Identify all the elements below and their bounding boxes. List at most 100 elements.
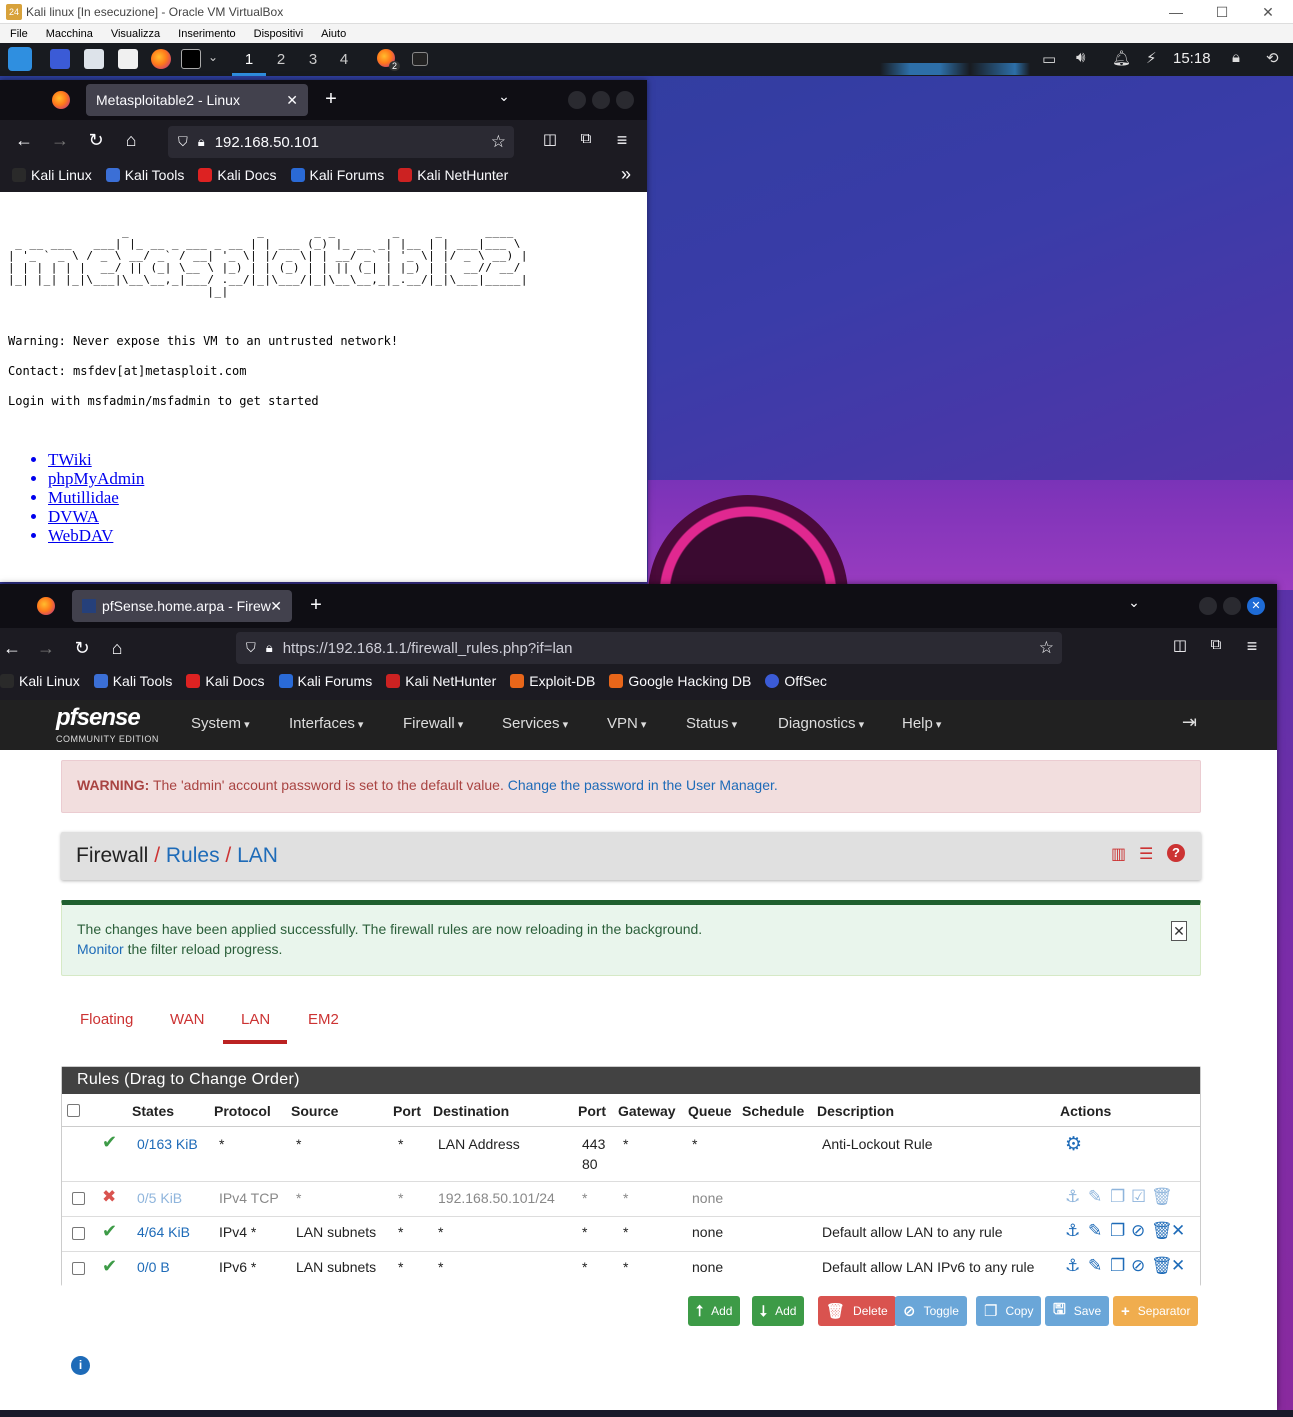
select-all-checkbox[interactable] bbox=[67, 1104, 80, 1117]
row-checkbox[interactable] bbox=[72, 1227, 85, 1240]
reload-icon[interactable]: ↻ bbox=[84, 130, 108, 151]
desktop-icon[interactable] bbox=[50, 49, 70, 69]
url-text[interactable]: 192.168.50.101 bbox=[215, 134, 319, 151]
hamburger-menu-icon[interactable]: ≡ bbox=[1240, 636, 1264, 657]
shield-icon[interactable]: ⛉ bbox=[246, 640, 256, 656]
clock[interactable]: 15:18 bbox=[1173, 50, 1211, 67]
close-button[interactable]: ✕ bbox=[1245, 0, 1291, 24]
firefox-view-icon[interactable] bbox=[52, 91, 70, 109]
terminal-icon[interactable] bbox=[181, 49, 201, 69]
copy-button[interactable]: ❐ Copy bbox=[976, 1296, 1042, 1326]
notification-bell-icon[interactable]: 🔔︎ bbox=[1112, 49, 1131, 67]
more-bookmarks-icon[interactable]: » bbox=[614, 164, 638, 185]
copy-icon[interactable]: ❐ bbox=[1110, 1256, 1125, 1276]
forward-icon[interactable]: → bbox=[48, 130, 72, 151]
tab-close-icon[interactable]: ✕ bbox=[286, 92, 298, 109]
tab-metasploitable[interactable]: Metasploitable2 - Linux ✕ bbox=[86, 84, 308, 116]
hamburger-menu-icon[interactable]: ≡ bbox=[610, 130, 634, 151]
log-list-icon[interactable]: ☰ bbox=[1139, 844, 1153, 864]
add-bottom-button[interactable]: ⭣ Add bbox=[752, 1296, 805, 1326]
bookmark-kali-docs[interactable]: Kali Docs bbox=[186, 673, 265, 689]
tab-wan[interactable]: WAN bbox=[170, 1011, 204, 1028]
enable-check-icon[interactable]: ☑ bbox=[1131, 1187, 1146, 1207]
nav-interfaces[interactable]: Interfaces bbox=[289, 715, 363, 732]
home-icon[interactable]: ⌂ bbox=[119, 130, 143, 151]
disable-ban-icon[interactable]: ⊘ bbox=[1131, 1221, 1145, 1241]
link-mutillidae[interactable]: Mutillidae bbox=[48, 488, 639, 507]
copy-icon[interactable]: ❐ bbox=[1110, 1221, 1125, 1241]
menu-file[interactable]: File bbox=[0, 28, 36, 40]
settings-gear-icon[interactable]: ⚙ bbox=[1065, 1133, 1082, 1156]
bookmark-star-icon[interactable]: ☆ bbox=[1039, 638, 1054, 658]
pocket-icon[interactable]: ◫ bbox=[538, 130, 562, 148]
row-checkbox[interactable] bbox=[72, 1192, 85, 1205]
row-states-link[interactable]: 4/64 KiB bbox=[137, 1224, 190, 1240]
reload-icon[interactable]: ↻ bbox=[70, 638, 94, 659]
link-twiki[interactable]: TWiki bbox=[48, 450, 639, 469]
tab-floating[interactable]: Floating bbox=[80, 1011, 133, 1028]
nav-help[interactable]: Help bbox=[902, 715, 941, 732]
text-editor-icon[interactable] bbox=[118, 49, 138, 69]
url-text[interactable]: https://192.168.1.1/firewall_rules.php?i… bbox=[283, 640, 573, 657]
bookmark-kali-linux[interactable]: Kali Linux bbox=[0, 673, 80, 689]
breadcrumb-firewall[interactable]: Firewall bbox=[76, 844, 148, 867]
minimize-button[interactable]: — bbox=[1153, 0, 1199, 24]
edit-pencil-icon[interactable]: ✎ bbox=[1088, 1221, 1102, 1241]
delete-x-icon[interactable]: ✕ bbox=[1171, 1256, 1185, 1276]
bookmark-kali-docs[interactable]: Kali Docs bbox=[198, 167, 277, 183]
delete-x-icon[interactable]: ✕ bbox=[1171, 1221, 1185, 1241]
link-webdav[interactable]: WebDAV bbox=[48, 526, 639, 545]
tab-list-chevron-icon[interactable]: ⌄ bbox=[492, 88, 516, 105]
menu-dispositivi[interactable]: Dispositivi bbox=[244, 28, 312, 40]
file-manager-icon[interactable] bbox=[84, 49, 104, 69]
workspace-3[interactable]: 3 bbox=[303, 51, 323, 68]
forward-icon[interactable]: → bbox=[34, 638, 58, 659]
breadcrumb-rules[interactable]: Rules bbox=[166, 844, 220, 867]
disable-ban-icon[interactable]: ⊘ bbox=[1131, 1256, 1145, 1276]
menu-macchina[interactable]: Macchina bbox=[36, 28, 101, 40]
tab-em2[interactable]: EM2 bbox=[308, 1011, 339, 1028]
url-bar[interactable]: ⛉ 🔒︎ https://192.168.1.1/firewall_rules.… bbox=[236, 632, 1062, 664]
save-button[interactable]: 🖫 Save bbox=[1045, 1296, 1110, 1326]
new-tab-icon[interactable]: + bbox=[304, 594, 328, 617]
tab-pfsense[interactable]: pfSense.home.arpa - Firew ✕ bbox=[72, 590, 292, 622]
edit-pencil-icon[interactable]: ✎ bbox=[1088, 1256, 1102, 1276]
row-states-link[interactable]: 0/5 KiB bbox=[137, 1190, 182, 1206]
nav-firewall[interactable]: Firewall bbox=[403, 715, 463, 732]
delete-trash-icon[interactable]: 🗑︎ bbox=[1151, 1221, 1173, 1241]
bookmark-kali-forums[interactable]: Kali Forums bbox=[290, 167, 384, 183]
add-top-button[interactable]: ⭡ Add bbox=[688, 1296, 741, 1326]
menu-inserimento[interactable]: Inserimento bbox=[168, 28, 243, 40]
extensions-icon[interactable]: ⧉ bbox=[1204, 636, 1228, 653]
toggle-button[interactable]: ⊘ Toggle bbox=[895, 1296, 967, 1326]
logout-icon[interactable]: ⇥ bbox=[1182, 712, 1197, 733]
bookmark-kali-tools[interactable]: Kali Tools bbox=[93, 673, 172, 689]
extensions-icon[interactable]: ⧉ bbox=[574, 130, 598, 147]
info-icon[interactable]: i bbox=[71, 1356, 90, 1375]
bookmark-kali-nethunter[interactable]: Kali NetHunter bbox=[398, 167, 508, 183]
shield-icon[interactable]: ⛉ bbox=[178, 134, 188, 150]
bookmark-kali-nethunter[interactable]: Kali NetHunter bbox=[386, 673, 496, 689]
bookmark-kali-forums[interactable]: Kali Forums bbox=[278, 673, 372, 689]
nav-diagnostics[interactable]: Diagnostics bbox=[778, 715, 864, 732]
logout-icon[interactable]: ⟲ bbox=[1266, 49, 1279, 67]
delete-trash-icon[interactable]: 🗑︎ bbox=[1151, 1256, 1173, 1276]
terminal-task-icon[interactable] bbox=[412, 52, 428, 66]
nav-services[interactable]: Services bbox=[502, 715, 568, 732]
help-icon[interactable]: ? bbox=[1167, 844, 1185, 862]
page-info-icon[interactable]: 🔒︎ bbox=[198, 134, 205, 150]
monitor-link[interactable]: Monitor bbox=[77, 941, 124, 957]
window-maximize-icon[interactable] bbox=[1223, 597, 1241, 615]
row-states-link[interactable]: 0/0 B bbox=[137, 1259, 170, 1275]
link-dvwa[interactable]: DVWA bbox=[48, 507, 639, 526]
row-states-link[interactable]: 0/163 KiB bbox=[137, 1136, 198, 1152]
page-title[interactable]: LAN bbox=[237, 844, 278, 867]
bookmark-kali-linux[interactable]: Kali Linux bbox=[12, 167, 92, 183]
window-minimize-icon[interactable] bbox=[1199, 597, 1217, 615]
bookmark-kali-tools[interactable]: Kali Tools bbox=[105, 167, 184, 183]
back-icon[interactable]: ← bbox=[12, 130, 36, 151]
pfsense-logo[interactable]: pfsense bbox=[56, 704, 141, 732]
window-maximize-icon[interactable] bbox=[592, 91, 610, 109]
new-tab-icon[interactable]: + bbox=[319, 88, 343, 111]
pocket-icon[interactable]: ◫ bbox=[1168, 636, 1192, 654]
